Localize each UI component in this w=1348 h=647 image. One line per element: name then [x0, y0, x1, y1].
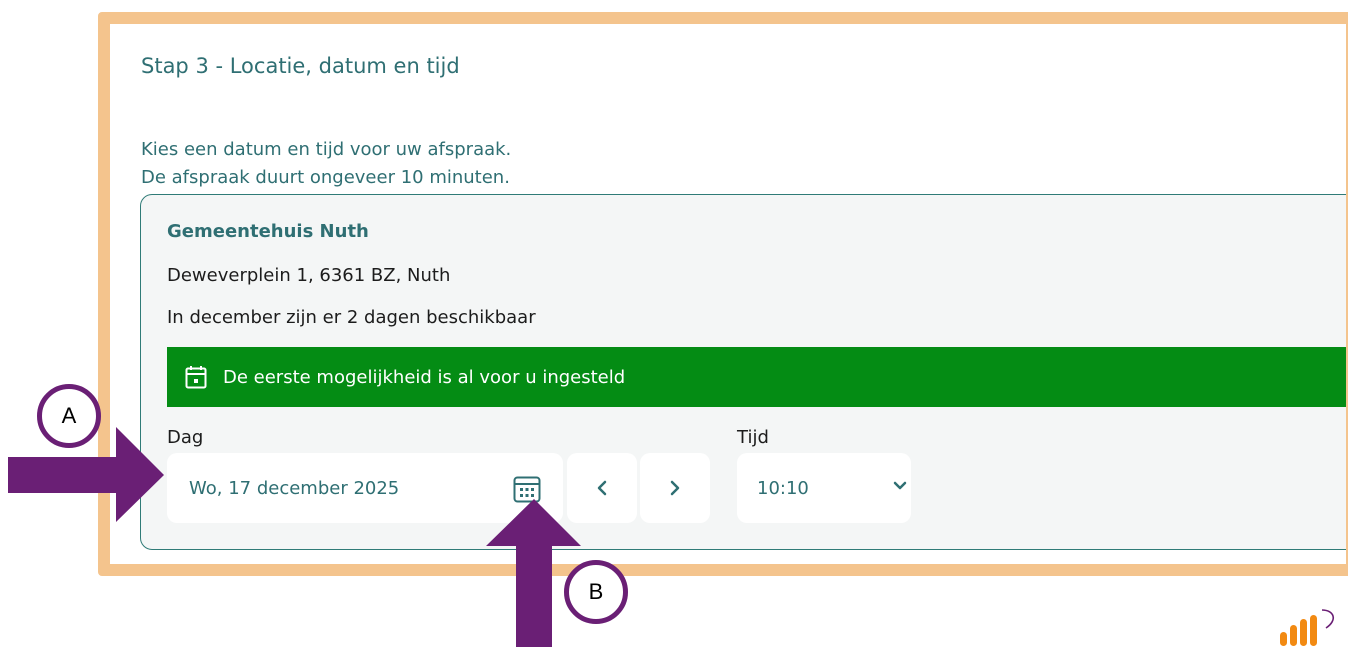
marker-a: A [37, 384, 101, 448]
location-name: Gemeentehuis Nuth [167, 221, 369, 242]
time-select[interactable]: 10:10 [737, 453, 911, 523]
availability-text: In december zijn er 2 dagen beschikbaar [167, 307, 536, 328]
location-address: Deweverplein 1, 6361 BZ, Nuth [167, 265, 451, 286]
time-label: Tijd [737, 427, 769, 448]
calendar-picker-icon[interactable] [513, 475, 541, 503]
step-frame: Stap 3 - Locatie, datum en tijd Kies een… [98, 12, 1348, 576]
previous-day-button[interactable] [567, 453, 637, 523]
brand-logo-icon [1280, 609, 1334, 646]
step-title: Stap 3 - Locatie, datum en tijd [141, 54, 460, 78]
intro-text: Kies een datum en tijd voor uw afspraak.… [141, 136, 511, 192]
notice-text: De eerste mogelijkheid is al voor u inge… [223, 366, 626, 388]
calendar-icon [185, 366, 207, 389]
intro-line-2: De afspraak duurt ongeveer 10 minuten. [141, 167, 510, 188]
chevron-down-icon [893, 481, 907, 490]
date-field[interactable]: Wo, 17 december 2025 [167, 453, 563, 523]
time-value: 10:10 [757, 477, 809, 499]
first-option-notice: De eerste mogelijkheid is al voor u inge… [167, 347, 1346, 407]
chevron-right-icon [670, 480, 680, 496]
day-label: Dag [167, 427, 204, 448]
date-value: Wo, 17 december 2025 [189, 477, 400, 499]
marker-b: B [564, 560, 628, 624]
next-day-button[interactable] [640, 453, 710, 523]
chevron-left-icon [597, 480, 607, 496]
location-card: Gemeentehuis Nuth Deweverplein 1, 6361 B… [140, 194, 1346, 550]
intro-line-1: Kies een datum en tijd voor uw afspraak. [141, 139, 512, 160]
